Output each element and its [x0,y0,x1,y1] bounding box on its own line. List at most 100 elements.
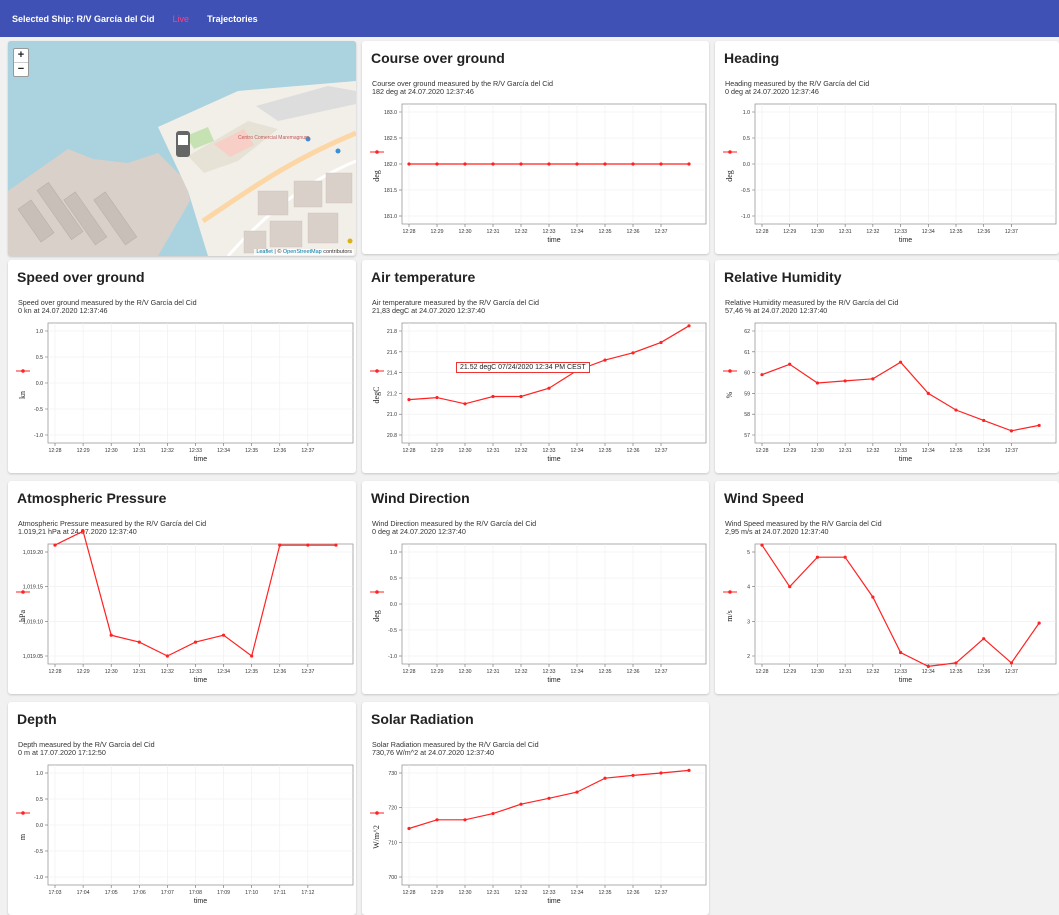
x-tick-label: 12:34 [571,448,584,454]
x-axis-label: time [899,456,912,463]
y-tick-label: 60 [744,371,750,377]
x-tick-label: 12:34 [571,890,584,896]
y-tick-label: -0.5 [388,628,397,634]
data-point [334,543,338,547]
y-tick-label: -1.0 [388,654,397,660]
y-tick-label: 3 [747,619,750,625]
y-tick-label: 5 [747,550,750,556]
x-tick-label: 12:28 [403,448,416,454]
plot-area [754,322,1057,444]
x-tick-label: 12:37 [655,448,668,454]
x-tick-label: 17:12 [301,890,314,896]
x-tick-label: 12:33 [189,669,202,675]
data-point [1009,661,1014,665]
osm-link[interactable]: OpenStreetMap [283,249,322,255]
zoom-in-button[interactable]: + [14,49,28,63]
legend-marker [375,150,379,154]
x-tick-label: 12:32 [866,669,879,675]
chart-svg[interactable]: 1,019.201,019.151,019.101,019.0512:28 12:… [8,481,356,694]
x-tick-label: 12:32 [515,890,528,896]
selected-ship-menu[interactable]: Selected Ship: R/V García del Cid [12,14,155,24]
y-tick-label: 21.6 [387,350,397,356]
y-axis-label: m/s [725,610,734,622]
x-tick-label: 12:32 [515,229,528,235]
x-tick-label: 12:30 [811,669,824,675]
chart-svg[interactable]: 1.0 0.5 0.0 -0.5 -1.0 17:03 17:04 17:05 17:06 17:… [8,702,356,915]
leaflet-link[interactable]: Leaflet [256,249,273,255]
x-axis-label: time [547,677,560,684]
chart-svg[interactable]: 1.0 0.5 0.0 -0.5 -1.0 12:28 12:29 12:30 12:31 12:… [8,260,356,473]
x-tick-label: 12:34 [922,669,935,675]
y-tick-label: 181.0 [384,214,397,220]
y-tick-label: -1.0 [34,875,43,881]
data-point [407,398,411,402]
x-tick-label: 12:37 [301,448,314,454]
x-tick-label: 12:29 [431,448,444,454]
data-point [631,351,635,355]
y-tick-label: 0.5 [36,355,43,361]
x-tick-label: 12:28 [403,890,416,896]
data-point [193,640,198,644]
x-tick-label: 12:33 [894,448,907,454]
data-point [687,768,691,772]
y-tick-label: -0.5 [34,849,43,855]
data-point [407,826,411,831]
legend-marker [21,811,25,815]
y-tick-label: 1.0 [390,550,397,556]
card-heading: Heading Heading measured by the R/V Garcí… [715,41,1059,254]
card-depth: Depth Depth measured by the R/V García de… [8,702,356,915]
x-tick-label: 12:30 [459,229,472,235]
plot-area [47,543,354,665]
chart-svg[interactable]: 1.0 0.5 0.0 -0.5 -1.0 12:28 12:29 12:30 12:31 12:… [362,481,709,694]
chart-svg[interactable]: 730 720 710 700 12:28 12:29 12:30 12:31 12:32 12:… [362,702,709,915]
y-tick-label: 4 [747,585,750,591]
x-axis-label: time [547,898,560,905]
x-tick-label: 12:31 [133,448,146,454]
data-point [843,379,847,383]
chart-svg[interactable]: 183.0 182.5 182.0 181.5 181.0 12:28 12:29 12:30… [362,41,709,254]
live-tab[interactable]: Live [173,14,190,24]
chart-svg[interactable]: 1.0 0.5 0.0 -0.5 -1.0 12:28 12:29 12:30 12:31 12:… [715,41,1059,254]
x-tick-label: 17:03 [49,890,62,896]
x-axis-label: time [547,456,560,463]
x-tick-label: 12:36 [273,448,286,454]
data-point [547,162,551,166]
x-tick-label: 17:11 [273,890,286,896]
data-point [788,362,792,366]
map-card[interactable]: Centro Comercial Maremagnum + − Leaflet … [8,41,356,256]
x-tick-label: 17:08 [189,890,202,896]
card-wspd: Wind Speed Wind Speed measured by the R/V… [715,481,1059,694]
data-point [407,162,411,166]
x-tick-label: 12:31 [839,669,852,675]
card-sog: Speed over ground Speed over ground measu… [8,260,356,473]
chart-svg[interactable]: 5 4 3 2 12:28 12:29 12:30 12:31 12:32 12:33 12:34 1… [715,481,1059,694]
data-point [815,381,820,385]
x-tick-label: 17:06 [133,890,146,896]
data-point [491,162,495,166]
x-tick-label: 12:29 [783,448,796,454]
plot-area [401,764,707,886]
zoom-out-button[interactable]: − [14,63,28,76]
x-axis-label: time [899,677,912,684]
x-tick-label: 12:31 [133,669,146,675]
x-tick-label: 12:37 [1005,448,1018,454]
attribution-separator: | © [272,249,283,255]
x-tick-label: 12:33 [543,448,556,454]
x-axis-label: time [899,237,912,244]
x-tick-label: 12:30 [459,448,472,454]
y-tick-label: 720 [388,806,397,812]
y-tick-label: 0.5 [390,576,397,582]
x-tick-label: 17:04 [77,890,90,896]
y-axis-label: deg [725,170,734,182]
x-tick-label: 12:28 [756,229,769,235]
x-tick-label: 12:34 [571,229,584,235]
chart-svg[interactable]: 62 61 60 59 58 57 12:28 12:29 12:30 12:31 12:32 12:… [715,260,1059,473]
x-tick-label: 12:28 [756,448,769,454]
y-axis-label: hPa [18,610,27,622]
y-tick-label: 62 [744,329,750,335]
trajectories-tab[interactable]: Trajectories [207,14,258,24]
map-canvas[interactable]: Centro Comercial Maremagnum [8,41,356,256]
ship-marker-icon [176,131,190,157]
y-tick-label: -1.0 [34,433,43,439]
y-tick-label: -1.0 [741,214,750,220]
